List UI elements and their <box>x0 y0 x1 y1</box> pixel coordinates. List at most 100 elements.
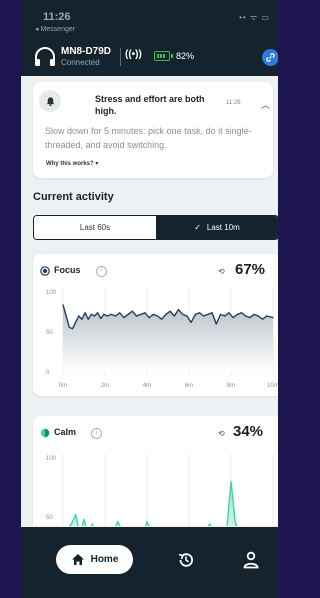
data-point <box>234 521 236 523</box>
history-nav-icon[interactable] <box>177 551 195 569</box>
data-point <box>219 313 222 315</box>
focus-chart: 100 50 0 0m 2m 4m 6m 8m 10m <box>46 288 278 389</box>
data-point <box>232 317 234 319</box>
data-point <box>146 521 148 523</box>
data-point <box>78 315 80 317</box>
back-to-app-link[interactable]: ◂ Messenger <box>35 25 75 33</box>
alert-title: Stress and effort are both high. <box>95 94 205 116</box>
data-point <box>165 313 167 315</box>
data-point <box>81 318 83 320</box>
device-name: MN8-D79D <box>61 46 112 57</box>
data-point <box>186 315 188 317</box>
home-icon <box>71 554 84 565</box>
nav-home-button[interactable]: Home <box>56 545 133 574</box>
alert-card: Stress and effort are both high. 11:26 ︿… <box>33 82 273 178</box>
calm-title: Calm <box>54 427 77 437</box>
profile-icon[interactable] <box>243 551 259 569</box>
data-point <box>100 317 102 319</box>
y-tick-label: 100 <box>46 290 57 296</box>
x-tick-label: 2m <box>101 383 109 389</box>
focus-value: 67% <box>235 261 266 278</box>
data-point <box>236 313 238 315</box>
data-point <box>106 315 108 317</box>
data-point <box>224 315 226 317</box>
data-point <box>240 312 243 314</box>
status-icons: •• ᯤ ▭ <box>239 13 270 22</box>
data-point <box>253 313 255 315</box>
history-icon: ⟲ <box>218 267 225 276</box>
data-point <box>144 312 146 314</box>
data-point <box>68 326 70 328</box>
check-icon: ✓ <box>194 223 201 232</box>
data-point <box>103 313 105 315</box>
data-point <box>194 313 196 315</box>
calm-chart: 100 50 <box>46 454 274 526</box>
x-tick-label: 4m <box>143 383 151 389</box>
data-point <box>272 317 274 319</box>
history-icon: ⟲ <box>218 429 225 438</box>
status-time: 11:26 <box>43 11 71 23</box>
x-tick-label: 6m <box>185 383 193 389</box>
data-point <box>228 312 230 314</box>
data-point <box>119 312 121 314</box>
data-point <box>182 313 184 315</box>
data-point <box>152 313 154 315</box>
data-point <box>114 315 117 317</box>
data-point <box>173 315 175 317</box>
tab-label: Last 10m <box>206 223 240 232</box>
data-point <box>190 321 192 323</box>
x-tick-label: 0m <box>59 383 67 389</box>
focus-icon <box>40 266 50 276</box>
calm-card: Calm i ⟲ 34% 100 50 <box>33 416 278 526</box>
data-point <box>75 514 77 516</box>
data-point <box>117 521 119 523</box>
data-point <box>215 323 217 325</box>
y-tick-label: 100 <box>46 456 57 462</box>
focus-title: Focus <box>54 265 81 275</box>
link-button[interactable] <box>262 49 278 66</box>
signal-icon: ((•)) <box>125 49 142 60</box>
data-point <box>83 518 85 520</box>
section-title: Current activity <box>33 191 114 203</box>
y-tick-label: 50 <box>46 330 53 336</box>
data-point <box>169 310 171 312</box>
data-point <box>131 310 133 312</box>
data-point <box>93 315 96 317</box>
app-header: 11:26 ◂ Messenger •• ᯤ ▭ MN8-D79D Connec… <box>21 0 278 76</box>
data-point <box>97 312 99 314</box>
x-tick-label: 10m <box>267 383 278 389</box>
collapse-chevron-icon[interactable]: ︿ <box>261 98 270 111</box>
calm-value: 34% <box>233 423 264 440</box>
data-point <box>123 317 125 319</box>
data-point <box>245 315 247 317</box>
y-tick-label: 0 <box>46 370 50 376</box>
battery-percent: 82% <box>176 51 195 61</box>
data-point <box>257 315 259 317</box>
data-point <box>207 313 209 315</box>
app-screen: 11:26 ◂ Messenger •• ᯤ ▭ MN8-D79D Connec… <box>21 0 278 598</box>
data-point <box>230 481 232 483</box>
data-point <box>209 523 211 525</box>
data-point <box>62 304 64 306</box>
header-divider <box>120 48 121 66</box>
tab-last-10m[interactable]: ✓ Last 10m <box>156 216 278 239</box>
x-tick-label: 8m <box>227 383 235 389</box>
why-this-works-link[interactable]: Why this works? ▾ <box>46 160 98 167</box>
data-point <box>90 313 92 315</box>
scroll-content[interactable]: Stress and effort are both high. 11:26 ︿… <box>21 76 278 526</box>
bell-icon <box>46 96 54 106</box>
bottom-nav: Home <box>21 527 278 598</box>
calm-icon <box>40 428 50 438</box>
info-icon[interactable]: i <box>91 428 102 439</box>
series-area <box>69 481 237 526</box>
data-point <box>211 312 213 314</box>
battery-icon <box>154 51 173 61</box>
data-point <box>127 313 129 315</box>
data-point <box>177 309 180 311</box>
data-point <box>71 328 74 330</box>
tab-label: Last 60s <box>79 223 111 232</box>
tab-last-60s[interactable]: Last 60s <box>34 216 156 239</box>
bell-icon-badge <box>39 90 61 112</box>
info-icon[interactable]: i <box>96 266 107 277</box>
link-icon <box>266 53 275 62</box>
